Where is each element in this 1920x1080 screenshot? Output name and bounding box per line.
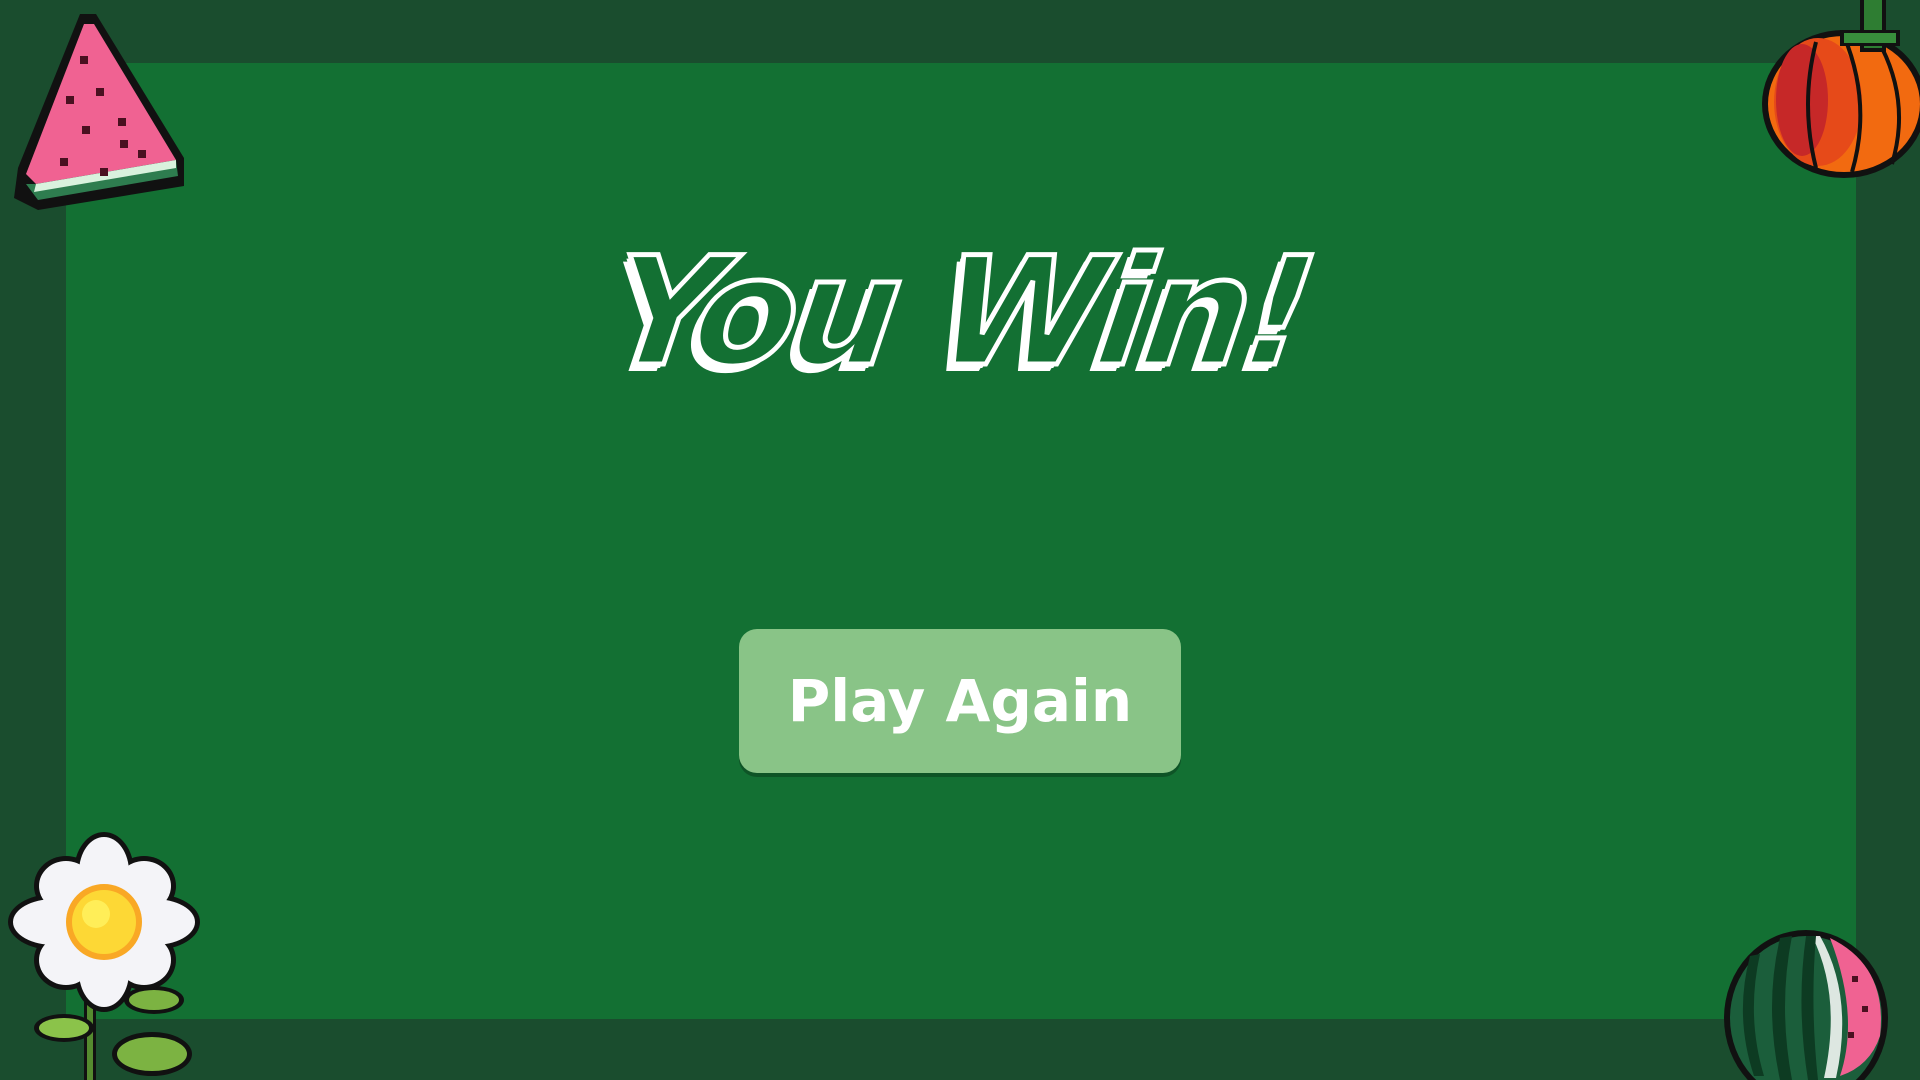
game-board: [66, 63, 1856, 1019]
daisy-flower-icon: [4, 832, 204, 1080]
win-title: You Win!: [598, 224, 1323, 403]
watermelon-icon: [1720, 926, 1888, 1080]
pumpkin-icon: [1752, 0, 1920, 182]
watermelon-slice-icon: [8, 8, 188, 213]
play-again-button[interactable]: Play Again: [739, 629, 1181, 773]
